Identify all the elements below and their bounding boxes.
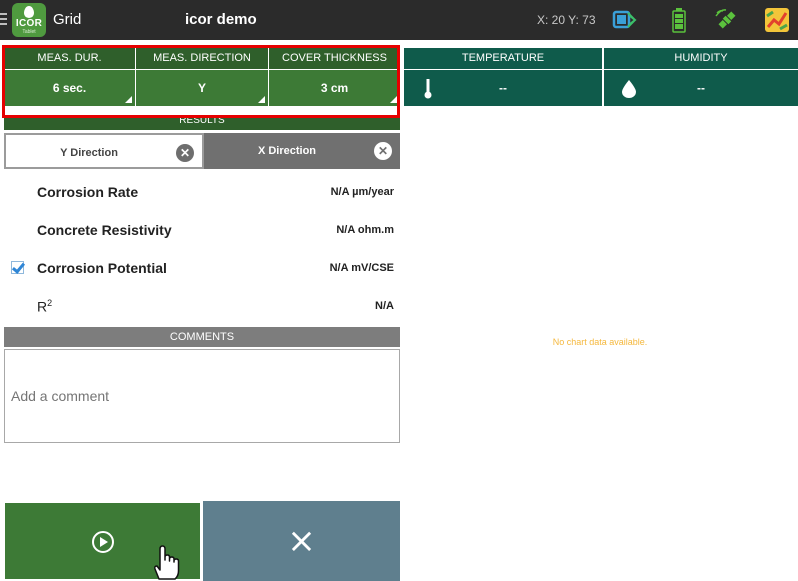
meas-direction-header: MEAS. DIRECTION: [136, 48, 269, 69]
dropdown-corner-icon: [390, 96, 397, 103]
tab-y-direction-label: Y Direction: [60, 147, 118, 159]
result-label: R2: [37, 298, 52, 315]
result-row-concrete-resistivity: Concrete Resistivity N/A ohm.m: [4, 212, 400, 250]
app-window: ICOR Tablet Grid icor demo X: 20 Y: 73 M…: [0, 0, 798, 581]
grid-coordinates: X: 20 Y: 73: [537, 13, 596, 27]
cover-thickness-value: 3 cm: [320, 81, 349, 95]
result-label: Corrosion Potential: [37, 260, 167, 276]
humidity-header: HUMIDITY: [604, 48, 798, 69]
hand-pointer-icon: [154, 545, 180, 580]
app-logo: ICOR Tablet: [12, 3, 46, 37]
meas-direction-select[interactable]: Y: [136, 70, 269, 106]
tab-x-direction-label: X Direction: [257, 145, 317, 157]
thermometer-icon: [424, 79, 432, 99]
logo-subtext: Tablet: [22, 29, 36, 35]
result-value: N/A µm/year: [330, 186, 394, 198]
comment-input[interactable]: [4, 349, 400, 443]
tab-x-direction[interactable]: X Direction ✕: [204, 133, 400, 169]
r-squared-exponent: 2: [47, 298, 53, 308]
dropdown-corner-icon: [258, 96, 265, 103]
result-value: N/A: [375, 300, 394, 312]
result-label: Corrosion Rate: [37, 184, 139, 200]
logo-drop-icon: [24, 6, 34, 18]
map-icon[interactable]: [764, 7, 790, 33]
meas-duration-header: MEAS. DUR.: [4, 48, 136, 69]
project-title: icor demo: [185, 11, 257, 28]
result-row-r-squared: R2 N/A: [4, 288, 400, 326]
close-icon[interactable]: ✕: [176, 144, 194, 162]
cover-thickness-header: COVER THICKNESS: [269, 48, 400, 69]
temperature-header: TEMPERATURE: [404, 48, 603, 69]
cover-thickness-select[interactable]: 3 cm: [269, 70, 400, 106]
gps-satellite-icon: [715, 9, 736, 29]
result-row-corrosion-potential: Corrosion Potential N/A mV/CSE: [4, 250, 400, 288]
result-row-corrosion-rate: Corrosion Rate N/A µm/year: [4, 174, 400, 212]
corrosion-potential-checkbox[interactable]: [11, 261, 24, 274]
temperature-readout: --: [404, 70, 603, 106]
water-drop-icon: [622, 80, 636, 98]
bluetooth-device-icon[interactable]: [612, 7, 638, 33]
close-icon[interactable]: ✕: [374, 142, 392, 160]
play-circle-icon: [92, 531, 114, 553]
dropdown-corner-icon: [125, 96, 132, 103]
comments-header: COMMENTS: [4, 327, 400, 347]
logo-text: ICOR: [15, 18, 43, 29]
result-label: Concrete Resistivity: [37, 222, 172, 238]
r-squared-base: R: [37, 298, 48, 315]
chart-empty-message: No chart data available.: [552, 337, 648, 347]
battery-icon: [672, 8, 686, 33]
meas-duration-select[interactable]: 6 sec.: [4, 70, 136, 106]
humidity-value: --: [697, 81, 705, 95]
app-title: Grid: [53, 11, 82, 28]
cancel-button[interactable]: ×: [203, 501, 400, 581]
result-value: N/A ohm.m: [336, 224, 394, 236]
meas-direction-value: Y: [197, 81, 206, 95]
top-app-bar: ICOR Tablet Grid icor demo X: 20 Y: 73: [0, 0, 798, 40]
result-value: N/A mV/CSE: [329, 262, 394, 274]
meas-duration-value: 6 sec.: [52, 81, 87, 95]
humidity-readout: --: [604, 70, 798, 106]
tab-y-direction[interactable]: Y Direction ✕: [4, 133, 204, 169]
temperature-value: --: [499, 81, 507, 95]
results-header: RESULTS: [4, 118, 400, 130]
menu-icon[interactable]: [0, 10, 8, 30]
